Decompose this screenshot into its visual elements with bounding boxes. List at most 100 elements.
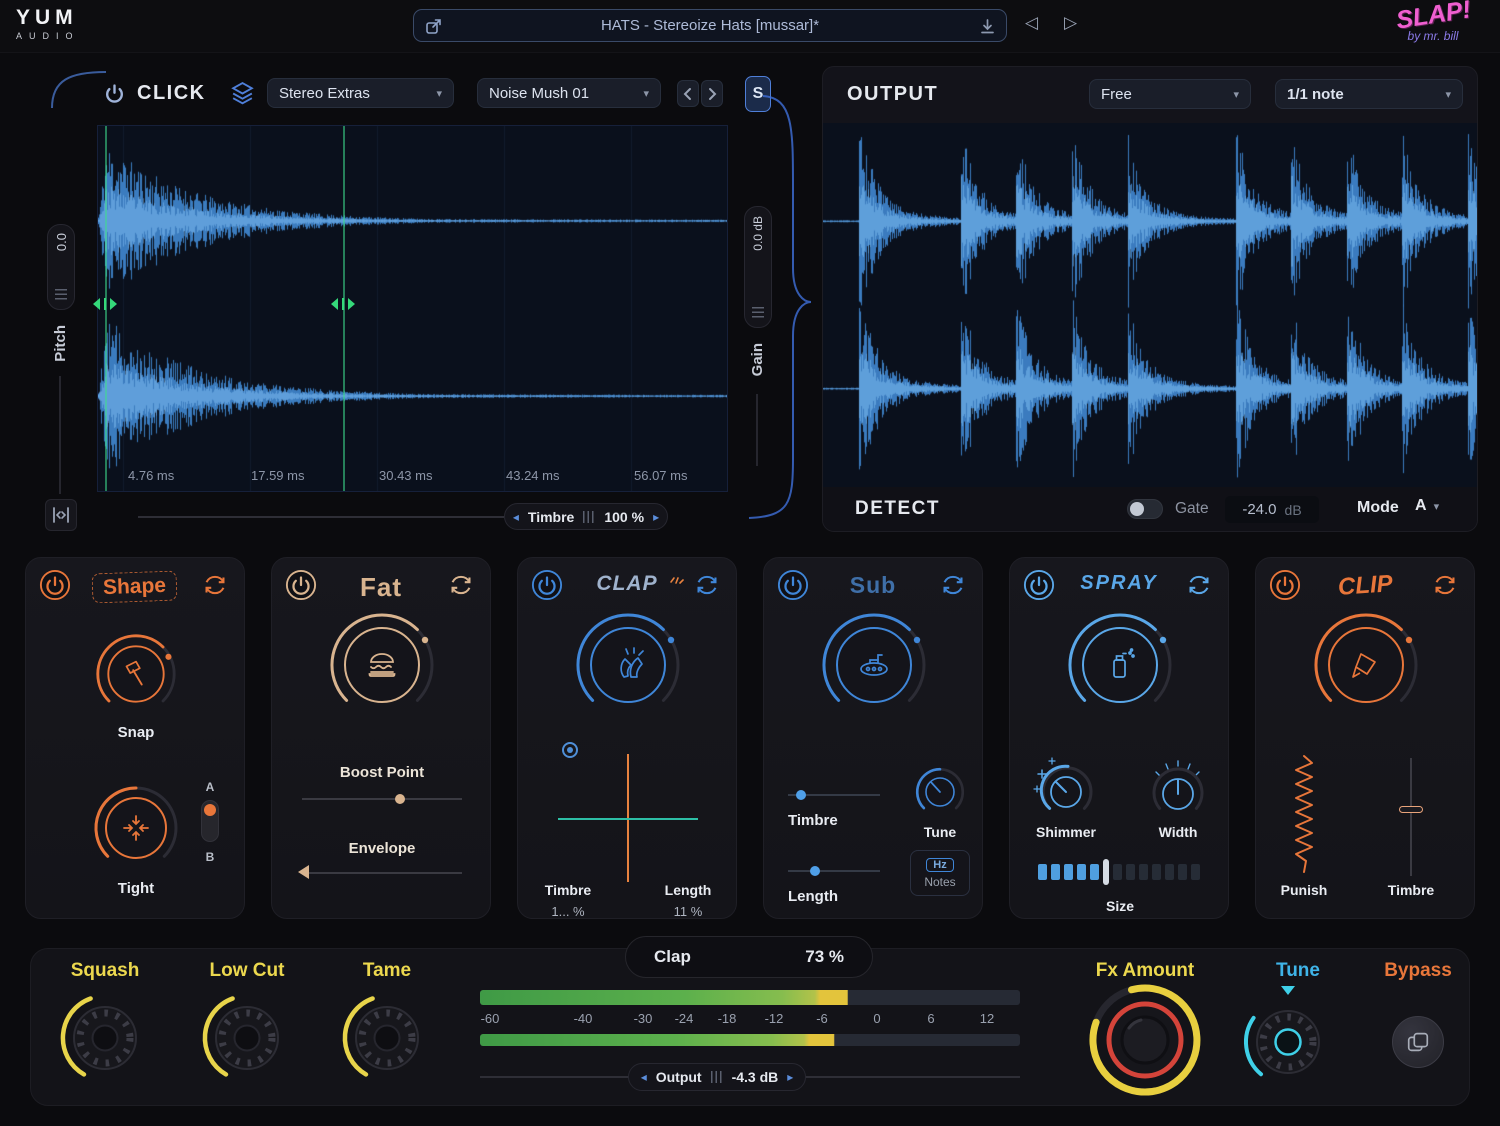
end-marker-handle-icon[interactable] — [330, 297, 356, 311]
sub-stereo-swap-icon[interactable] — [937, 569, 969, 601]
gain-grip[interactable] — [752, 307, 764, 318]
gate-toggle-knob[interactable] — [1130, 502, 1144, 516]
gain-label: Gain — [749, 343, 766, 376]
layers-icon[interactable] — [229, 80, 256, 107]
squash-knob[interactable] — [55, 988, 155, 1088]
sync-mode-dropdown[interactable]: Free ▾ — [1089, 79, 1251, 109]
envelope-handle[interactable] — [298, 865, 309, 879]
sub-timbre-label: Timbre — [788, 812, 880, 829]
save-preset-icon[interactable] — [978, 17, 997, 36]
sub-length-handle[interactable] — [810, 866, 820, 876]
spray-stereo-swap-icon[interactable] — [1183, 569, 1215, 601]
sample-next-button[interactable] — [701, 80, 723, 107]
tight-knob[interactable] — [92, 784, 180, 872]
size-slider[interactable] — [1038, 858, 1204, 886]
fat-module-card: Fat Boost Point Envelope — [271, 557, 491, 919]
fat-module-title: Fat — [360, 572, 402, 602]
tame-knob[interactable] — [337, 988, 437, 1088]
gain-value: 0.0 dB — [751, 216, 765, 251]
snap-label: Snap — [86, 724, 186, 741]
expand-sample-view-button[interactable] — [45, 499, 77, 531]
clap-stereo-swap-icon[interactable] — [691, 569, 723, 601]
pitch-track[interactable] — [59, 376, 61, 494]
boost-point-slider[interactable] — [302, 798, 462, 800]
output-waveform-canvas[interactable] — [823, 123, 1477, 487]
fat-stereo-swap-icon[interactable] — [445, 569, 477, 601]
scale-tick-label: -12 — [765, 1011, 784, 1026]
pitch-grip[interactable] — [55, 289, 67, 300]
time-label: 56.07 ms — [634, 468, 687, 483]
start-marker-handle-icon[interactable] — [92, 297, 118, 311]
fx-focus-amount-pill[interactable]: Clap 73 % — [625, 936, 873, 978]
sub-timbre-handle[interactable] — [796, 790, 806, 800]
spark-lines-icon — [668, 570, 684, 586]
click-sample-dropdown[interactable]: Noise Mush 01 ▾ — [477, 78, 661, 108]
output-gain-grip[interactable] — [711, 1071, 723, 1083]
hz-notes-toggle[interactable]: Hz Notes — [910, 850, 970, 896]
fx-amount-knob[interactable] — [1085, 980, 1205, 1100]
ab-toggle-knob[interactable] — [204, 804, 216, 816]
tune-knob[interactable] — [1238, 992, 1338, 1092]
xy-pad-horizontal-axis[interactable] — [558, 818, 698, 820]
gain-value-pill[interactable]: 0.0 dB — [744, 206, 772, 328]
gate-toggle[interactable] — [1127, 499, 1163, 519]
previous-preset-button[interactable]: ◁ — [1025, 13, 1038, 33]
tight-label: Tight — [86, 880, 186, 897]
mode-dropdown[interactable]: A ▾ — [1415, 497, 1439, 515]
width-knob[interactable] — [1144, 756, 1208, 820]
next-preset-button[interactable]: ▷ — [1064, 13, 1077, 33]
fx-focus-name: Clap — [654, 947, 691, 967]
snap-knob[interactable] — [94, 632, 178, 716]
click-waveform-canvas[interactable] — [98, 126, 727, 491]
shimmer-knob[interactable] — [1032, 756, 1096, 820]
sub-tune-knob[interactable] — [912, 764, 968, 820]
gate-threshold-field[interactable]: -24.0 dB — [1225, 496, 1319, 523]
clap-main-knob[interactable] — [573, 610, 683, 720]
click-timbre-slider[interactable]: ◂ Timbre 100 % ▸ — [504, 503, 668, 530]
clip-module-title: CLIP — [1337, 570, 1393, 602]
clip-stereo-swap-icon[interactable] — [1429, 569, 1461, 601]
clip-main-knob[interactable] — [1311, 610, 1421, 720]
clip-timbre-track[interactable] — [1410, 758, 1412, 876]
timbre-grip[interactable] — [583, 511, 595, 523]
sub-length-slider[interactable] — [788, 870, 880, 872]
hz-option[interactable]: Hz — [926, 858, 953, 872]
preset-name[interactable]: HATS - Stereoize Hats [mussar]* — [601, 17, 819, 34]
shape-ab-toggle[interactable] — [201, 800, 219, 842]
decrement-arrow-icon[interactable]: ◂ — [513, 510, 519, 524]
output-gain-slider[interactable]: ◂ Output -4.3 dB ▸ — [628, 1063, 806, 1091]
fat-main-knob[interactable] — [327, 610, 437, 720]
increment-arrow-icon[interactable]: ▸ — [787, 1070, 793, 1084]
output-waveform-display[interactable] — [823, 123, 1477, 487]
xy-pad-position-marker[interactable] — [562, 742, 578, 758]
export-preset-icon[interactable] — [424, 17, 443, 36]
notes-option[interactable]: Notes — [924, 875, 955, 889]
detect-label: DETECT — [855, 498, 940, 520]
envelope-slider[interactable] — [302, 872, 462, 874]
sub-timbre-slider[interactable] — [788, 794, 880, 796]
clip-timbre-handle[interactable] — [1399, 806, 1423, 813]
shape-stereo-swap-icon[interactable] — [199, 569, 231, 601]
sample-previous-button[interactable] — [677, 80, 699, 107]
spray-main-knob[interactable] — [1065, 610, 1175, 720]
sub-main-knob[interactable] — [819, 610, 929, 720]
tune-label: Tune — [1238, 960, 1358, 982]
tame-label: Tame — [327, 960, 447, 982]
click-timbre-track[interactable] — [138, 516, 504, 518]
click-waveform-display[interactable]: 4.76 ms 17.59 ms 30.43 ms 43.24 ms 56.07… — [97, 125, 728, 492]
click-category-dropdown[interactable]: Stereo Extras ▾ — [267, 78, 454, 108]
note-length-dropdown[interactable]: 1/1 note ▾ — [1275, 79, 1463, 109]
pitch-label-wrap: Pitch — [46, 314, 74, 372]
click-timbre-label: Timbre — [528, 509, 574, 525]
clap-length-label: Length — [652, 882, 724, 898]
punish-squiggle-slider[interactable] — [1292, 754, 1316, 874]
gain-track[interactable] — [756, 394, 758, 466]
low-cut-knob[interactable] — [197, 988, 297, 1088]
boost-point-handle[interactable] — [395, 794, 405, 804]
decrement-arrow-icon[interactable]: ◂ — [641, 1070, 647, 1084]
preset-bar[interactable]: HATS - Stereoize Hats [mussar]* — [413, 9, 1007, 42]
layered-squares-icon — [1405, 1029, 1431, 1055]
bypass-button[interactable] — [1392, 1016, 1444, 1068]
pitch-value-pill[interactable]: 0.0 — [47, 224, 75, 310]
increment-arrow-icon[interactable]: ▸ — [653, 510, 659, 524]
